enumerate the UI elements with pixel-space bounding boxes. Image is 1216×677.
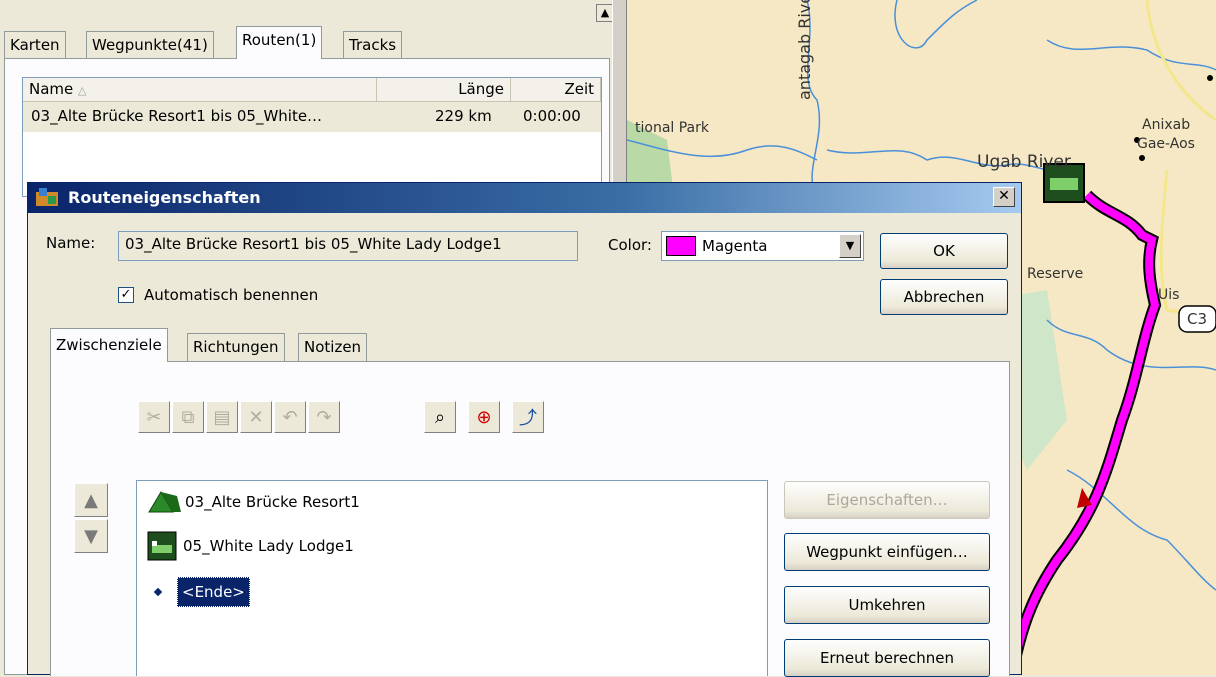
waypoint-label: 05_White Lady Lodge1 [183, 537, 354, 555]
list-item[interactable]: 03_Alte Brücke Resort1 [147, 485, 360, 519]
delete-icon[interactable]: ✕ [240, 401, 272, 433]
lodge-marker-bed [1050, 178, 1078, 190]
chevron-down-icon[interactable]: ▼ [839, 234, 861, 258]
copy-icon[interactable]: ⧉ [172, 401, 204, 433]
route-length-cell: 229 km [435, 107, 492, 125]
move-up-icon[interactable]: ▲ [74, 483, 108, 517]
route-properties-dialog: Routeneigenschaften ✕ Name: 03_Alte Brüc… [27, 182, 1022, 677]
map-label-reserve: Reserve [1027, 266, 1084, 282]
map-label-c3: C3 [1187, 310, 1208, 328]
river-line [1066, 469, 1216, 591]
end-dot-icon [153, 587, 163, 597]
tab-wegpunkte[interactable]: Wegpunkte(41) [86, 31, 214, 59]
map-label-uis: Uis [1158, 287, 1180, 303]
road-line [1145, 0, 1216, 122]
tab-tracks[interactable]: Tracks [343, 31, 403, 59]
color-swatch [666, 236, 696, 256]
tab-karten[interactable]: Karten [4, 31, 66, 59]
color-label: Color: [608, 236, 652, 254]
table-row[interactable]: 03_Alte Brücke Resort1 bis 05_White… 229… [23, 102, 601, 132]
river-line [1046, 39, 1216, 71]
paste-icon[interactable]: ▤ [206, 401, 238, 433]
recalculate-button[interactable]: Erneut berechnen [784, 639, 990, 677]
map-label-river: antagab River [795, 0, 814, 100]
route-list[interactable]: Name △ Länge Zeit 03_Alte Brücke Resort1… [22, 77, 602, 197]
list-item[interactable]: <Ende> [147, 575, 250, 609]
auto-name-label: Automatisch benennen [144, 286, 319, 304]
town-dot [1207, 75, 1213, 81]
route-name-cell: 03_Alte Brücke Resort1 bis 05_White… [31, 107, 323, 125]
reverse-button[interactable]: Umkehren [784, 586, 990, 624]
cut-icon[interactable]: ✂ [138, 401, 170, 433]
find-icon[interactable]: ⌕ [424, 401, 456, 433]
route-app-icon [36, 188, 58, 206]
find-route-icon[interactable]: ⤴ [512, 401, 544, 433]
cancel-button[interactable]: Abbrechen [880, 279, 1008, 315]
auto-name-checkbox[interactable]: ✓ [118, 287, 134, 303]
insert-waypoint-button[interactable]: Wegpunkt einfügen… [784, 533, 990, 571]
move-down-icon[interactable]: ▼ [74, 519, 108, 553]
route-time-cell: 0:00:00 [523, 107, 581, 125]
waypoint-label: 03_Alte Brücke Resort1 [185, 493, 360, 511]
ok-button[interactable]: OK [880, 233, 1008, 269]
route-name-field[interactable]: 03_Alte Brücke Resort1 bis 05_White Lady… [118, 231, 578, 261]
dialog-title: Routeneigenschaften [68, 188, 261, 207]
redo-icon[interactable]: ↷ [308, 401, 340, 433]
map-label-ugab: Ugab River [977, 152, 1071, 172]
waypoint-label-selected: <Ende> [177, 577, 250, 607]
column-header-time[interactable]: Zeit [511, 78, 601, 102]
name-label: Name: [46, 234, 96, 252]
map-label-gae-aos: Gae-Aos [1137, 136, 1195, 152]
tab-richtungen[interactable]: Richtungen [187, 333, 285, 362]
campground-icon [148, 491, 181, 513]
dialog-titlebar[interactable]: Routeneigenschaften ✕ [28, 183, 1021, 213]
color-select-value: Magenta [702, 237, 768, 255]
tab-notizen[interactable]: Notizen [298, 333, 368, 362]
tab-routen[interactable]: Routen(1) [236, 26, 323, 59]
map-label-park: tional Park [635, 120, 709, 136]
color-select[interactable]: Magenta ▼ [661, 231, 864, 261]
lodging-icon [147, 531, 177, 561]
town-dot [1139, 155, 1145, 161]
find-target-icon[interactable]: ⊕ [468, 401, 500, 433]
column-header-length[interactable]: Länge [377, 78, 511, 102]
column-header-name[interactable]: Name △ [23, 78, 377, 102]
properties-button[interactable]: Eigenschaften… [784, 481, 990, 519]
close-icon[interactable]: ✕ [993, 187, 1015, 207]
waypoint-list[interactable]: 03_Alte Brücke Resort1 05_White Lady Lod… [136, 480, 768, 676]
map-label-anixab: Anixab [1142, 117, 1191, 133]
undo-icon[interactable]: ↶ [274, 401, 306, 433]
list-item[interactable]: 05_White Lady Lodge1 [147, 529, 354, 563]
tab-zwischenziele[interactable]: Zwischenziele [50, 328, 168, 362]
sort-asc-icon: △ [78, 84, 87, 97]
river-line [894, 0, 978, 49]
